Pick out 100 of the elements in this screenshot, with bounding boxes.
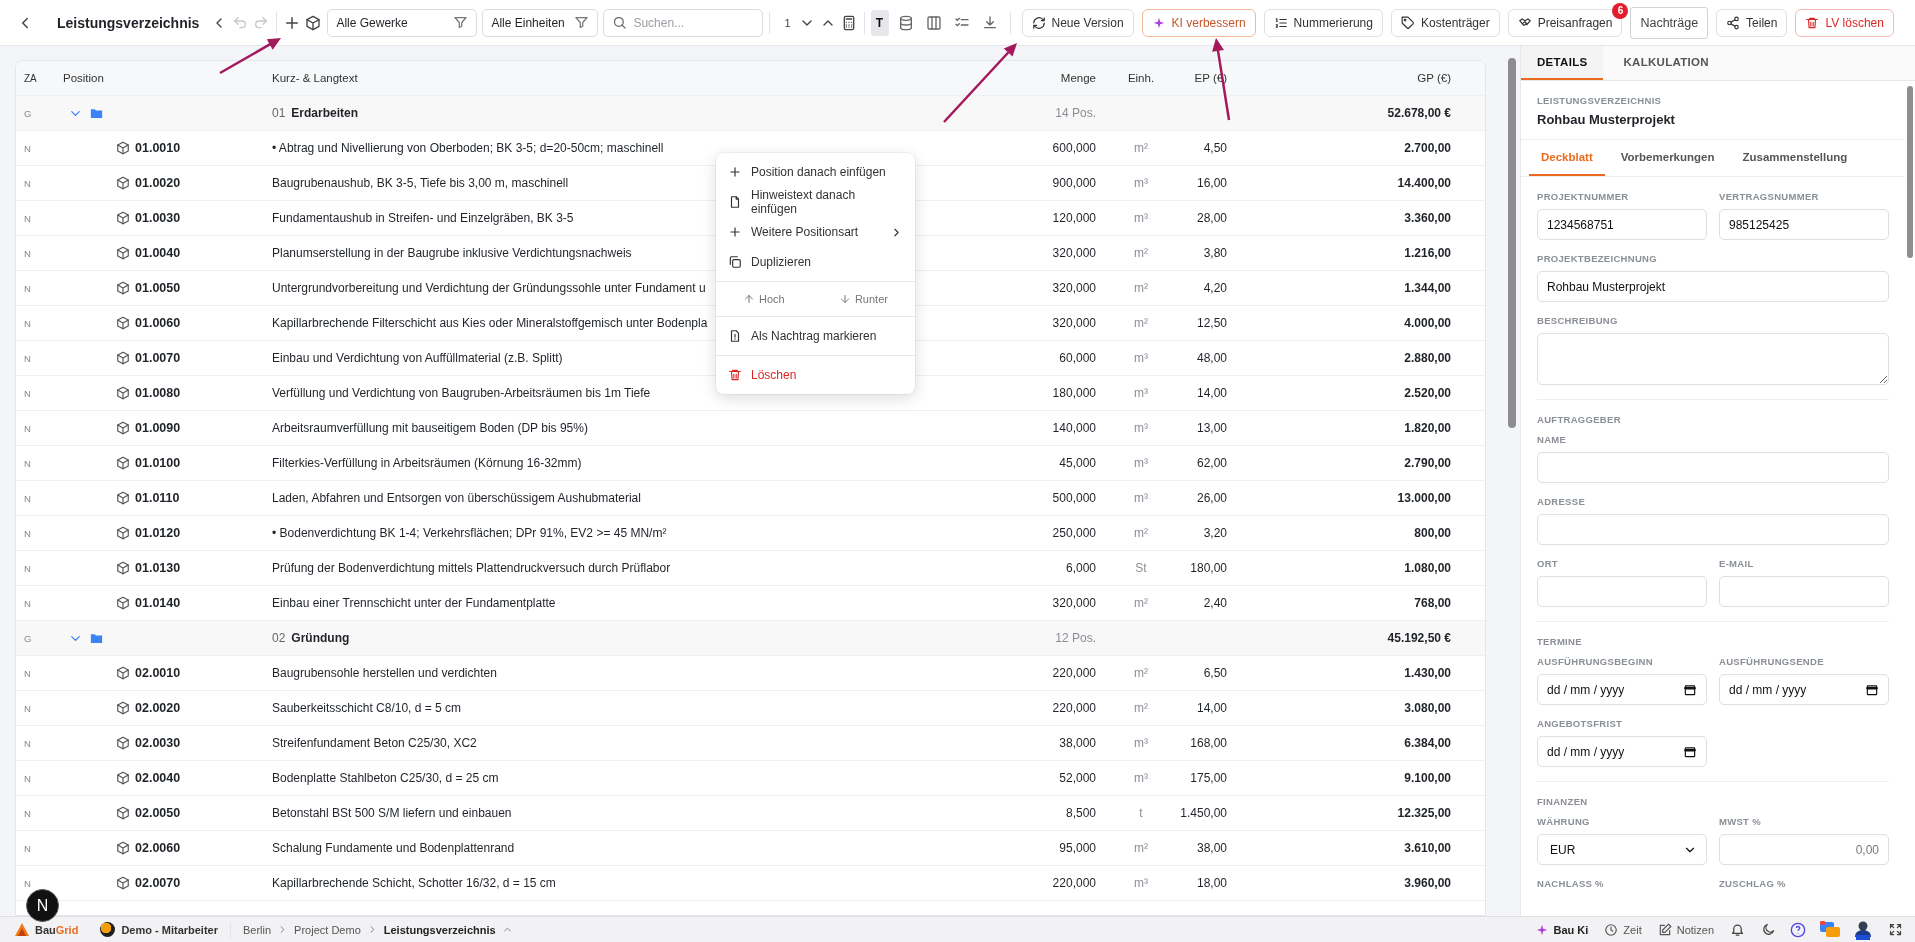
filter-select[interactable]: Alle Gewerke <box>327 8 478 37</box>
unit-price: 6,50 <box>1202 666 1228 680</box>
position-count: 12 Pos. <box>1054 631 1097 645</box>
action-button[interactable]: Neue Version <box>1021 8 1134 37</box>
filter-select[interactable]: Alle Einheiten <box>482 8 599 37</box>
total-price: 800,00 <box>1413 526 1452 540</box>
unit-price: 28,00 <box>1195 211 1228 225</box>
position-text: Verfüllung und Verdichtung von Baugruben-Arbeitsräumen bis 1m Tiefe <box>272 386 651 400</box>
feedback-icon[interactable] <box>1820 920 1840 939</box>
user-name[interactable]: Demo - Mitarbeiter <box>121 923 218 936</box>
currency-select[interactable]: EUR <box>1537 834 1707 865</box>
total-price: 3.080,00 <box>1403 701 1452 715</box>
panel-tab[interactable]: DETAILS <box>1521 46 1604 80</box>
search-icon <box>612 15 628 30</box>
input-field[interactable] <box>1537 576 1707 607</box>
scrollbar-thumb[interactable] <box>1907 86 1913 258</box>
unit-price: 62,00 <box>1195 456 1228 470</box>
cube-icon <box>116 596 130 610</box>
input-field[interactable]: Rohbau Musterprojekt <box>1537 271 1889 302</box>
quantity: 8,500 <box>1064 806 1097 820</box>
quantity: 500,000 <box>1051 491 1097 505</box>
unit: m³ <box>1133 176 1149 190</box>
input-field[interactable]: 1234568751 <box>1537 209 1707 240</box>
moon-button[interactable] <box>1761 922 1776 937</box>
position-text: Streifenfundament Beton C25/30, XC2 <box>272 736 477 750</box>
menu-item[interactable]: Weitere Positionsart <box>716 217 915 247</box>
text-view-toggle[interactable]: T <box>870 9 889 36</box>
input-field[interactable]: 985125425 <box>1719 209 1889 240</box>
action-button[interactable]: KI verbessern <box>1141 8 1256 37</box>
position-number: 01.0140 <box>135 596 181 610</box>
menu-item[interactable]: Position danach einfügen <box>716 157 915 187</box>
action-button[interactable]: Kostenträger <box>1390 8 1500 37</box>
input-field[interactable] <box>1719 576 1889 607</box>
cube-icon <box>116 876 130 890</box>
input-field[interactable] <box>1537 452 1889 483</box>
menu-item[interactable]: Löschen <box>716 360 915 390</box>
breadcrumb-link[interactable]: Project Demo <box>294 923 361 936</box>
unit: m³ <box>1133 736 1149 750</box>
position-count: 14 Pos. <box>1054 106 1097 120</box>
sub-tab[interactable]: Vorbemerkungen <box>1608 140 1727 176</box>
textarea-field[interactable] <box>1537 333 1889 385</box>
row-type: N <box>23 352 32 364</box>
date-field[interactable]: dd / mm / yyyy <box>1537 736 1707 767</box>
date-field[interactable]: dd / mm / yyyy <box>1537 674 1707 705</box>
position-text: Einbau und Verdichtung von Auffüllmaterial (z.B. Splitt) <box>272 351 563 365</box>
assistant-button[interactable]: Bau Ki <box>1534 922 1589 937</box>
pencil-square-icon <box>1657 922 1672 937</box>
cube-icon <box>116 281 130 295</box>
row-type: N <box>23 457 32 469</box>
breadcrumb-link[interactable]: Berlin <box>243 923 272 936</box>
menu-item[interactable]: Hoch <box>743 293 785 305</box>
sub-tab[interactable]: Zusammenstellung <box>1730 140 1860 176</box>
menu-item[interactable]: Duplizieren <box>716 247 915 277</box>
action-button[interactable]: Teilen <box>1716 8 1788 37</box>
unit: m² <box>1133 701 1149 715</box>
document-icon <box>728 195 742 209</box>
group-total: 45.192,50 € <box>1386 631 1452 645</box>
position-text: Betonstahl BSt 500 S/M liefern und einbauen <box>272 806 512 820</box>
cube-icon <box>116 491 130 505</box>
unit: m² <box>1133 526 1149 540</box>
input-field[interactable]: 0,00 <box>1719 834 1889 865</box>
notes-button[interactable]: Notizen <box>1657 922 1714 937</box>
date-field[interactable]: dd / mm / yyyy <box>1719 674 1889 705</box>
field-label: PROJEKTBEZEICHNUNG <box>1537 253 1658 264</box>
row-type: N <box>23 317 32 329</box>
position-text: Filterkies-Verfüllung in Arbeitsräumen (Körnung 16-32mm) <box>272 456 582 470</box>
action-button[interactable]: LV löschen <box>1795 8 1894 37</box>
calendar-icon <box>1683 682 1697 697</box>
quantity: 900,000 <box>1051 176 1097 190</box>
field-label: ANGEBOTSFRIST <box>1537 718 1624 729</box>
clock-button[interactable]: Zeit <box>1604 922 1642 937</box>
row-type: N <box>23 142 32 154</box>
position-text: • Bodenverdichtung BK 1-4; Verkehrsflächen; DPr 91%, EV2 >= 45 MN/m² <box>272 526 667 540</box>
quantity: 220,000 <box>1051 876 1097 890</box>
quantity: 60,000 <box>1058 351 1097 365</box>
row-type: N <box>23 562 32 574</box>
menu-item[interactable]: Hinweistext danach einfügen <box>716 187 915 217</box>
panel-tab[interactable]: KALKULATION <box>1607 46 1725 80</box>
position-number: 01.0070 <box>135 351 181 365</box>
support-person-icon[interactable] <box>1854 919 1872 940</box>
input-field[interactable] <box>1537 514 1889 545</box>
quantity: 320,000 <box>1051 316 1097 330</box>
menu-item[interactable]: Runter <box>838 293 888 305</box>
expand-button[interactable] <box>1888 922 1903 937</box>
bell-button[interactable] <box>1730 922 1745 937</box>
action-button[interactable]: Nummerierung <box>1263 8 1383 37</box>
position-text: Untergrundvorbereitung und Verdichtung der Gründungssohle unter Fundament u <box>272 281 706 295</box>
field-label: NACHLASS % <box>1537 878 1605 889</box>
cube-icon <box>116 421 130 435</box>
help-icon[interactable] <box>1790 921 1806 938</box>
action-button[interactable]: Nachträge <box>1630 6 1709 39</box>
position-text: Laden, Abfahren und Entsorgen von überschüssigem Aushubmaterial <box>272 491 641 505</box>
breadcrumb-link[interactable]: Leistungsverzeichnis <box>383 923 496 936</box>
quantity: 180,000 <box>1051 386 1097 400</box>
unit-price: 14,00 <box>1195 701 1228 715</box>
unit: m³ <box>1133 211 1149 225</box>
menu-item[interactable]: Als Nachtrag markieren <box>716 321 915 351</box>
field-label: AUSFÜHRUNGSENDE <box>1719 656 1825 667</box>
scrollbar-thumb[interactable] <box>1508 58 1516 428</box>
row-type: N <box>23 877 32 889</box>
